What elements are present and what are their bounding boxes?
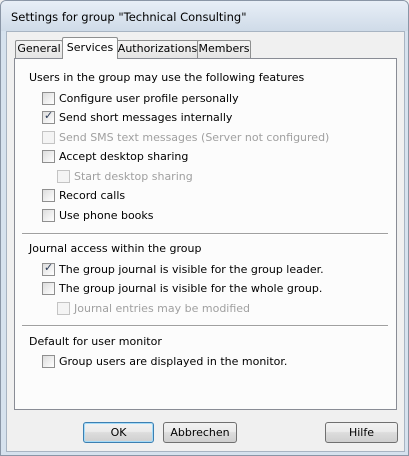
checkbox[interactable]: ✓ [42,109,55,124]
settings-dialog: Settings for group "Technical Consulting… [0,0,409,456]
title-bar[interactable]: Settings for group "Technical Consulting… [1,1,408,31]
check-mark-icon: ✓ [44,261,54,274]
tab-general-label: General [17,42,61,55]
help-button[interactable]: Hilfe [325,422,398,443]
checkbox-label: Accept desktop sharing [59,150,189,163]
checkbox [57,170,70,183]
checkbox[interactable] [42,282,55,295]
checkbox-label: Send SMS text messages (Server not confi… [59,131,330,144]
check-mark-icon: ✓ [44,109,54,122]
checkbox-label: Journal entries may be modified [74,302,251,315]
services-panel: Users in the group may use the following… [14,58,397,410]
tab-services[interactable]: Services [62,37,118,59]
tab-members-label: Members [198,42,250,55]
checkbox-label: Start desktop sharing [74,170,193,183]
checkbox-label: Configure user profile personally [59,92,239,105]
tab-authorizations[interactable]: Authorizations [116,40,199,58]
checkbox-label: Group users are displayed in the monitor… [59,355,288,368]
cancel-button[interactable]: Abbrechen [163,422,237,443]
checkbox[interactable] [42,209,55,222]
checkbox[interactable] [42,355,55,368]
checkbox[interactable] [42,92,55,105]
checkbox-label: The group journal is visible for the who… [59,282,323,295]
section-divider [22,233,388,235]
checkbox-label: Record calls [59,189,126,202]
checkbox [42,131,55,144]
checkbox [57,302,70,315]
checkbox[interactable]: ✓ [42,261,55,276]
checkbox[interactable] [42,150,55,163]
checkbox-label: Use phone books [59,209,154,222]
dialog-body: General Services Authorizations Members … [6,31,405,452]
checkbox[interactable] [42,189,55,202]
tab-general[interactable]: General [15,40,63,58]
tab-members[interactable]: Members [197,40,251,58]
checkbox-label: Send short messages internally [59,111,233,124]
checkbox-label: The group journal is visible for the gro… [59,263,324,276]
monitor-section-title: Default for user monitor [29,335,162,348]
journal-section-title: Journal access within the group [29,242,202,255]
window-title: Settings for group "Technical Consulting… [11,10,247,24]
tab-services-label: Services [66,41,114,54]
tab-authorizations-label: Authorizations [117,42,198,55]
features-section-title: Users in the group may use the following… [29,71,305,84]
section-divider [22,325,388,327]
ok-button[interactable]: OK [83,422,154,443]
